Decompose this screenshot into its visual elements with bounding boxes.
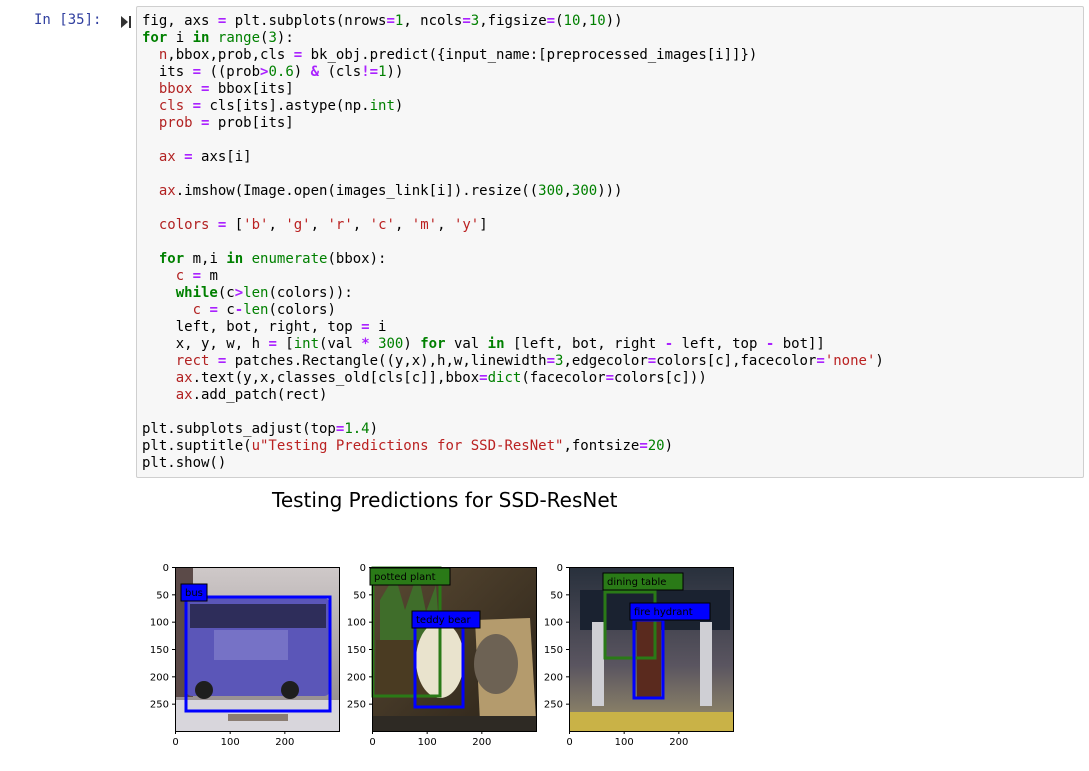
y-tick-label: 100	[544, 618, 563, 629]
output-figure: 0 50 100 150 200 250 0 100 200 0 50 100 150 200 250 0 10…	[150, 563, 734, 748]
y-tick-label: 150	[347, 645, 366, 656]
y-tick-label: 250	[347, 700, 366, 711]
x-tick-label: 100	[221, 737, 240, 748]
x-tick-label: 200	[669, 737, 688, 748]
y-tick-label: 100	[150, 618, 169, 629]
y-tick-label: 150	[150, 645, 169, 656]
y-tick-label: 0	[557, 563, 563, 574]
x-tick-label: 0	[369, 737, 375, 748]
x-tick-label: 0	[172, 737, 178, 748]
detection-label-text: dining table	[607, 577, 666, 588]
y-tick-label: 150	[544, 645, 563, 656]
y-tick-label: 200	[150, 672, 169, 683]
x-tick-label: 0	[566, 737, 572, 748]
panel-2	[371, 566, 536, 731]
y-tick-label: 0	[163, 563, 169, 574]
detection-label-text: teddy bear	[416, 615, 471, 626]
x-tick-label: 200	[275, 737, 294, 748]
y-tick-label: 200	[347, 672, 366, 683]
y-tick-label: 100	[347, 618, 366, 629]
y-tick-label: 50	[550, 590, 563, 601]
x-tick-label: 100	[615, 737, 634, 748]
y-tick-label: 50	[156, 590, 169, 601]
y-tick-label: 0	[360, 563, 366, 574]
y-tick-label: 250	[150, 700, 169, 711]
x-tick-label: 100	[418, 737, 437, 748]
y-tick-label: 50	[353, 590, 366, 601]
detection-label-text: potted plant	[374, 572, 436, 583]
x-tick-label: 200	[472, 737, 491, 748]
detection-label-text: bus	[185, 588, 203, 599]
detection-label-text: fire hydrant	[634, 607, 693, 618]
panel-3	[569, 567, 733, 731]
y-tick-label: 250	[544, 700, 563, 711]
y-tick-label: 200	[544, 672, 563, 683]
